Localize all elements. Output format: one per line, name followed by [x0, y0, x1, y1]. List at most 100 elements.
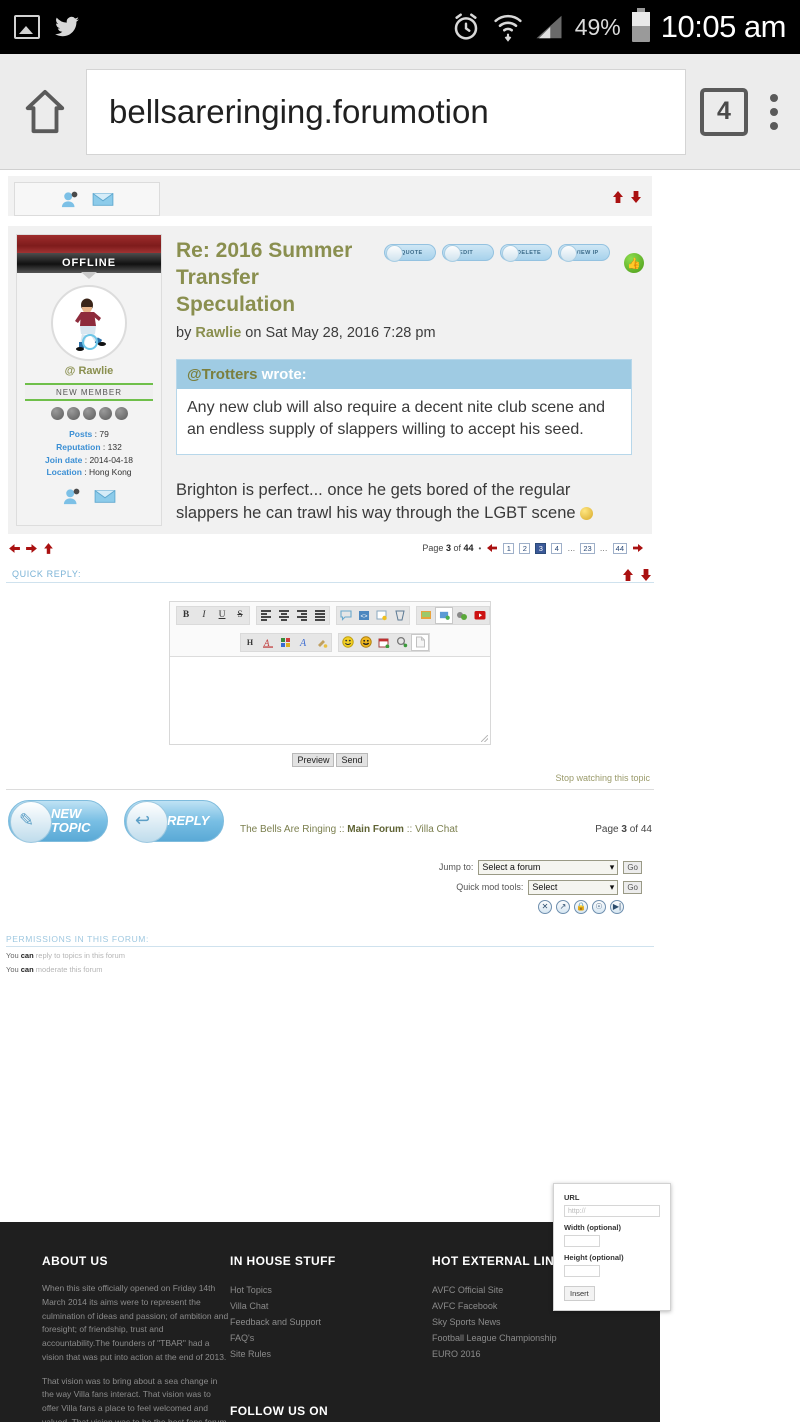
pagination-left-arrows[interactable]: [8, 542, 55, 555]
post-author-profile: OFFLINE @ Rawlie NEW MEMBER Posts: 79 R…: [16, 234, 162, 526]
height-input[interactable]: [564, 1265, 600, 1277]
table-icon[interactable]: [375, 633, 393, 651]
hide-icon[interactable]: [391, 606, 409, 624]
youtube-icon[interactable]: [471, 606, 489, 624]
stop-watching-link[interactable]: Stop watching this topic: [0, 767, 660, 783]
message-icon[interactable]: [93, 487, 117, 505]
italic-icon[interactable]: I: [195, 606, 213, 624]
code-icon[interactable]: <>: [355, 606, 373, 624]
edit-button[interactable]: EDIT: [442, 244, 494, 262]
arrow-up-icon[interactable]: [612, 190, 624, 204]
delete-button[interactable]: DELETE: [500, 244, 552, 262]
post-jump-arrows[interactable]: [612, 190, 642, 204]
arrow-down-icon[interactable]: [640, 568, 652, 582]
strikethrough-icon[interactable]: S: [231, 606, 249, 624]
page-next-icon[interactable]: [632, 542, 644, 554]
profile-icon[interactable]: [61, 487, 83, 505]
page-icon[interactable]: [411, 633, 429, 651]
avatar[interactable]: [51, 285, 127, 361]
quick-reply-textarea[interactable]: [170, 655, 490, 744]
smiley2-icon[interactable]: [357, 633, 375, 651]
reply-arrow-icon: ↩: [135, 809, 151, 830]
align-justify-icon[interactable]: [311, 606, 329, 624]
jump-to-label: Jump to:: [438, 862, 474, 873]
url-placeholder: http://: [568, 1207, 586, 1215]
image-icon[interactable]: [417, 606, 435, 624]
inhouse-link[interactable]: Feedback and Support: [230, 1314, 432, 1330]
move-icon[interactable]: ↗: [556, 899, 570, 914]
external-link[interactable]: Sky Sports News: [432, 1314, 620, 1330]
font-size-icon[interactable]: A: [295, 633, 313, 651]
delete-icon[interactable]: ✕: [538, 899, 552, 914]
url-bar[interactable]: bellsareringing.forumotion: [86, 68, 686, 155]
highlight-icon[interactable]: [313, 633, 331, 651]
arrow-up-icon[interactable]: [622, 568, 634, 582]
heading-icon[interactable]: H: [241, 633, 259, 651]
text-format-group: B I U S: [176, 605, 250, 625]
align-right-icon[interactable]: [293, 606, 311, 624]
spoiler-icon[interactable]: [373, 606, 391, 624]
inhouse-link[interactable]: Site Rules: [230, 1346, 432, 1362]
width-input[interactable]: [564, 1235, 600, 1247]
home-button[interactable]: [18, 87, 72, 137]
page-link-2[interactable]: 2: [519, 542, 531, 554]
quick-mod-go-button[interactable]: Go: [623, 880, 642, 894]
quote-button[interactable]: QUOTE: [384, 244, 436, 262]
jump-go-button[interactable]: Go: [623, 860, 642, 874]
view-ip-button[interactable]: VIEW IP: [558, 244, 610, 262]
merge-icon[interactable]: ▶|: [610, 899, 624, 914]
forum-select[interactable]: Select a forum ▾: [478, 859, 619, 875]
breadcrumb-root[interactable]: The Bells Are Ringing ::: [240, 824, 347, 835]
message-icon[interactable]: [91, 190, 115, 208]
breadcrumb-subforum[interactable]: :: Villa Chat: [404, 824, 458, 835]
arrow-right-icon[interactable]: [25, 542, 38, 555]
flash-icon[interactable]: [453, 606, 471, 624]
url-input[interactable]: http://: [564, 1205, 660, 1217]
status-right-icons: 49% 10:05 am: [450, 8, 787, 45]
page-link-4[interactable]: 4: [551, 542, 563, 554]
smiley-icon[interactable]: [339, 633, 357, 651]
lock-icon[interactable]: 🔒: [574, 899, 588, 914]
send-button[interactable]: Send: [336, 752, 368, 767]
breadcrumb-forum[interactable]: Main Forum: [347, 824, 404, 835]
post-action-buttons: QUOTE EDIT DELETE VIEW IP 👍: [384, 234, 644, 319]
browser-menu-button[interactable]: [766, 90, 782, 134]
external-link[interactable]: Football League Championship: [432, 1330, 620, 1346]
new-topic-line2: TOPIC: [51, 819, 91, 835]
bold-icon[interactable]: B: [177, 606, 195, 624]
tab-count-button[interactable]: 4: [700, 87, 748, 136]
quote-icon[interactable]: [337, 606, 355, 624]
underline-icon[interactable]: U: [213, 606, 231, 624]
page-link-3-active[interactable]: 3: [535, 542, 547, 554]
page-link-23[interactable]: 23: [580, 542, 595, 554]
arrow-left-icon[interactable]: [8, 542, 21, 555]
post-jump-arrows-bottom[interactable]: [622, 568, 652, 582]
tab-count-label: 4: [717, 97, 731, 125]
status-badge-bottom: OFFLINE: [17, 253, 161, 273]
unlock-icon[interactable]: ☉: [592, 899, 606, 914]
inhouse-link[interactable]: FAQ's: [230, 1330, 432, 1346]
new-topic-button[interactable]: ✎ NEW TOPIC: [8, 799, 108, 843]
profile-icon[interactable]: [59, 190, 81, 208]
link-icon[interactable]: [435, 606, 453, 624]
insert-button[interactable]: Insert: [564, 1286, 595, 1301]
external-link[interactable]: EURO 2016: [432, 1346, 620, 1362]
inhouse-link[interactable]: Villa Chat: [230, 1298, 432, 1314]
search-icon[interactable]: [393, 633, 411, 651]
reply-button[interactable]: ↩ REPLY: [124, 799, 224, 843]
byline-author[interactable]: Rawlie: [195, 325, 241, 341]
arrow-up-icon[interactable]: [42, 542, 55, 555]
preview-button[interactable]: Preview: [292, 752, 335, 767]
page-link-44[interactable]: 44: [612, 542, 627, 554]
inhouse-link[interactable]: Hot Topics: [230, 1282, 432, 1298]
font-face-icon[interactable]: [277, 633, 295, 651]
align-left-icon[interactable]: [257, 606, 275, 624]
author-username[interactable]: @ Rawlie: [17, 365, 161, 377]
arrow-down-icon[interactable]: [630, 190, 642, 204]
thumbs-up-icon[interactable]: 👍: [624, 253, 644, 273]
page-link-1[interactable]: 1: [503, 542, 515, 554]
font-color-icon[interactable]: A: [259, 633, 277, 651]
quick-mod-select[interactable]: Select ▾: [528, 879, 619, 895]
page-prev-icon[interactable]: [486, 542, 498, 554]
align-center-icon[interactable]: [275, 606, 293, 624]
